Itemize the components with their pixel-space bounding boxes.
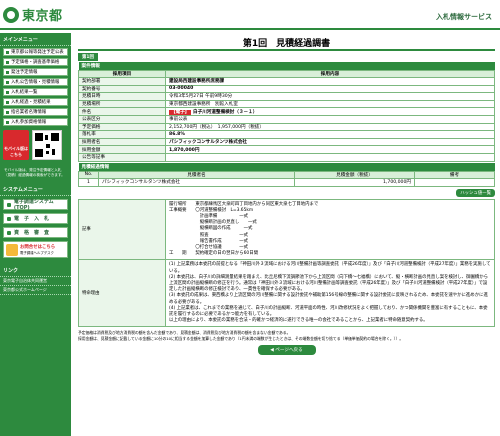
tab-round-1: 第1回 <box>78 53 98 61</box>
sidebar-item-label: 入札参加資格情報 <box>11 120 47 125</box>
electronic-tag: 【電子】 <box>169 109 192 115</box>
footnote: 予定価格は消費税及び地方消費税の額を含んだ金額であり、見積金額は、消費税及び地方… <box>78 330 404 341</box>
result-section-title: 見積経過情報 <box>78 162 495 172</box>
system-top-label: 電子調達システム(TOP) <box>13 199 54 211</box>
links-title: リンク <box>0 261 71 277</box>
sidebar-item-label: 指名業者名簿情報 <box>11 110 47 115</box>
case-name: 白子川河道整備検討（３－１） <box>193 109 258 115</box>
notes-table: 記事 履行場所 東京都練馬区大泉町四丁目地内から同区東大泉七丁目地内まで 工事概… <box>78 198 495 328</box>
table-row: 見積場所 東京都西建設事務所 別館入札室 <box>78 99 495 109</box>
table-row: 公表区分 事前公表 <box>78 114 495 124</box>
contact-sub: 電子調達ヘルプデスク <box>20 251 54 255</box>
tokyo-logo[interactable]: 東京都 <box>3 5 63 24</box>
e-bidding-label: 電 子 入 札 <box>14 216 50 222</box>
table-row: 件名 【電子】 白子川河道整備検討（３－１） <box>78 107 495 116</box>
bullet-icon <box>6 120 9 124</box>
sidebar-item-label: 予定価格・調査基準価格 <box>11 60 60 65</box>
bullet-icon <box>6 100 9 104</box>
e-bidding-button[interactable]: 電 子 入 札 <box>3 213 68 224</box>
main-content: 第1回 見積経過調書 第1回 案件情報 採用項目 採用内容 契約部署 建設局西建設… <box>78 33 495 355</box>
mobile-phone-icon: モバイル版はこちら <box>3 130 29 160</box>
table-row: 特命理由 (1) 上記業務は本委託の前提となる「神田川外３流域における河川整備計… <box>78 259 495 328</box>
page-title: 第1回 見積経過調書 <box>242 39 331 49</box>
sidebar-item-label: 入札結果一覧 <box>11 90 38 95</box>
table-row: 契約部署 建設局西建設事務所庶務課 <box>78 77 495 86</box>
bullet-icon <box>6 50 9 54</box>
table-row: 公告等記事 <box>78 152 495 162</box>
bullet-icon <box>6 90 9 94</box>
notes-article-text: 履行場所 東京都練馬区大泉町四丁目地内から同区東大泉七丁目地内まで 工事概要 〇… <box>165 198 495 261</box>
link-kyodo-unei[interactable]: 東京電子自治体共同運営 <box>0 277 71 286</box>
bullet-icon <box>6 60 9 64</box>
hash-list-button[interactable]: ハッシュ値一覧 <box>456 188 495 197</box>
sidebar-item-nyusatsu-kekka[interactable]: 入札結果一覧 <box>3 88 68 96</box>
col-header-item: 採用項目 <box>78 70 166 78</box>
sidebar-item-sanka-shikaku[interactable]: 入札参加資格情報 <box>3 118 68 126</box>
qr-code-icon <box>32 130 62 160</box>
sidebar-item-label: 東京都公報等発注予定公表 <box>11 50 64 55</box>
sidebar: メインメニュー 東京都公報等発注予定公表 予定価格・調査基準価格 発注予定情報 … <box>0 33 71 436</box>
col-header-name: 見積者名 <box>98 170 295 179</box>
logo-text: 東京都 <box>22 9 63 24</box>
sidebar-item-label: 入札経過・見積結果 <box>11 100 51 105</box>
sidebar-item-yotei-kakaku[interactable]: 予定価格・調査基準価格 <box>3 58 68 66</box>
sidebar-item-koho[interactable]: 東京都公報等発注予定公表 <box>3 48 68 56</box>
table-row: 1 パシフィックコンサルタンツ株式会社 1,700,000円 <box>78 177 495 187</box>
page-header: 東京都 入札情報サービス <box>0 0 500 30</box>
qualification-button[interactable]: 資 格 審 査 <box>3 227 68 238</box>
result-table: 見積経過情報 No. 見積者名 見積金額（税抜） 備考 1 パシフィックコンサル… <box>78 162 495 187</box>
bullet-icon <box>6 70 9 74</box>
bullet-icon <box>7 202 11 207</box>
back-arrow-icon: ◀ <box>270 347 274 353</box>
bullet-icon <box>7 230 11 235</box>
bullet-icon <box>6 80 9 84</box>
bullet-icon <box>6 110 9 114</box>
table-row: 記事 履行場所 東京都練馬区大泉町四丁目地内から同区東大泉七丁目地内まで 工事概… <box>78 198 495 261</box>
sidebar-item-nyusatsu-keika[interactable]: 入札経過・見積結果 <box>3 98 68 106</box>
col-header-note: 備考 <box>414 170 495 179</box>
title-divider <box>78 49 495 51</box>
back-button-label: ページへ戻る <box>275 347 303 353</box>
table-row: 採用金額 1,870,000円 <box>78 145 495 154</box>
qualification-label: 資 格 審 査 <box>14 230 50 236</box>
sidebar-menu-title: メインメニュー <box>0 33 71 46</box>
link-tokyo-official[interactable]: 東京都公式ホームページ <box>0 286 71 295</box>
mobile-note: モバイル版は、発注予定情報と入札（見積）経過情報の検索ができます。 <box>4 168 65 177</box>
sidebar-item-hacchu-yotei[interactable]: 発注予定情報 <box>3 68 68 76</box>
system-top-button[interactable]: 電子調達システム(TOP) <box>3 199 68 211</box>
sidebar-item-label: 入札公告情報・見積情報 <box>11 80 60 85</box>
sidebar-item-nyusatsu-kokoku[interactable]: 入札公告情報・見積情報 <box>3 78 68 86</box>
system-menu-title: システムメニュー <box>0 180 71 196</box>
table-row: 予定価格 2,152,700円（税込） 1,957,000円（税抜） <box>78 122 495 132</box>
table-row: 契約番号 03-00040 <box>78 84 495 94</box>
helpdesk-contact[interactable]: お問合せはこちら 電子調達ヘルプデスク <box>3 241 68 258</box>
col-header-no: No. <box>78 170 99 179</box>
bullet-icon <box>7 216 11 221</box>
back-button[interactable]: ◀ ページへ戻る <box>257 344 316 355</box>
table-row: 採用者名 パシフィックコンサルタンツ株式会社 <box>78 137 495 147</box>
section-title: 案件情報 <box>78 62 495 71</box>
col-header-content: 採用内容 <box>165 70 495 78</box>
table-row: 見積日時 令和3年5月27日 午前9時30分 <box>78 92 495 101</box>
service-name: 入札情報サービス <box>436 13 492 21</box>
case-info-table: 案件情報 採用項目 採用内容 契約部署 建設局西建設事務所庶務課 契約番号 03-0… <box>78 62 495 162</box>
tokyo-emblem-icon <box>3 6 19 23</box>
table-row: 落札率 86.8% <box>78 130 495 139</box>
sidebar-item-shimei-gyosha[interactable]: 指名業者名簿情報 <box>3 108 68 116</box>
mobile-link[interactable]: モバイル版はこちら <box>3 130 68 164</box>
phone-icon <box>6 243 18 256</box>
notes-reason-text: (1) 上記業務は本委託の前提となる「神田川外３流域における河川整備計画等調査委… <box>165 259 495 328</box>
col-header-amount: 見積金額（税抜） <box>294 170 415 179</box>
sidebar-item-label: 発注予定情報 <box>11 70 38 75</box>
